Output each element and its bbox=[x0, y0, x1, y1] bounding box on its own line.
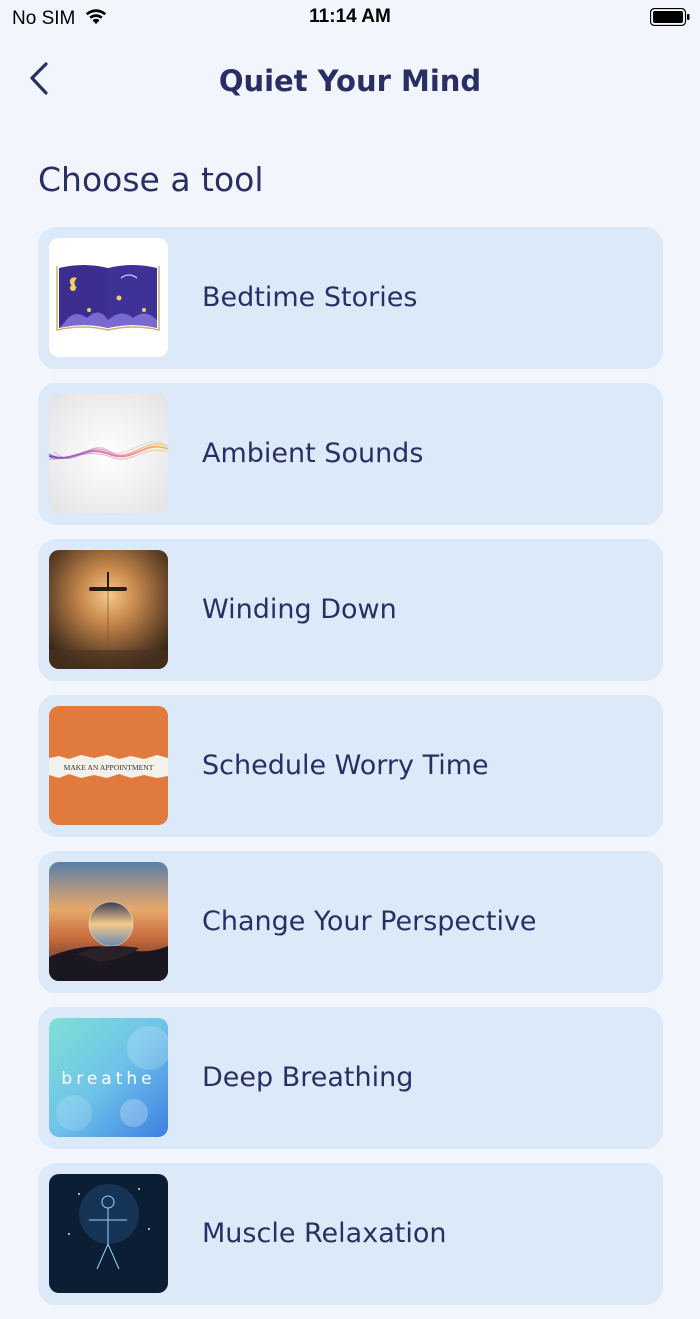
navigation-bar: Quiet Your Mind bbox=[0, 50, 700, 114]
tool-label: Bedtime Stories bbox=[202, 282, 418, 313]
tool-card-muscle-relaxation[interactable]: Muscle Relaxation bbox=[38, 1163, 663, 1305]
ambient-sounds-thumbnail bbox=[49, 394, 168, 513]
status-bar: No SIM 11:14 AM bbox=[0, 0, 700, 36]
section-title: Choose a tool bbox=[38, 160, 264, 199]
tool-list: Bedtime Stories Ambient Sounds Winding D… bbox=[38, 227, 663, 1319]
schedule-worry-time-thumbnail: MAKE AN APPOINTMENT bbox=[49, 706, 168, 825]
change-your-perspective-thumbnail bbox=[49, 862, 168, 981]
thumb-text: breathe bbox=[61, 1069, 155, 1089]
tool-label: Muscle Relaxation bbox=[202, 1218, 447, 1249]
status-time: 11:14 AM bbox=[309, 6, 391, 27]
tool-label: Change Your Perspective bbox=[202, 906, 537, 937]
bedtime-stories-thumbnail bbox=[49, 238, 168, 357]
tool-card-schedule-worry-time[interactable]: MAKE AN APPOINTMENT Schedule Worry Time bbox=[38, 695, 663, 837]
tool-label: Schedule Worry Time bbox=[202, 750, 489, 781]
tool-card-bedtime-stories[interactable]: Bedtime Stories bbox=[38, 227, 663, 369]
tool-label: Winding Down bbox=[202, 594, 397, 625]
tool-card-deep-breathing[interactable]: breathe Deep Breathing bbox=[38, 1007, 663, 1149]
page-title: Quiet Your Mind bbox=[218, 64, 482, 98]
deep-breathing-thumbnail: breathe bbox=[49, 1018, 168, 1137]
winding-down-thumbnail bbox=[49, 550, 168, 669]
tool-label: Deep Breathing bbox=[202, 1062, 414, 1093]
battery-icon bbox=[649, 7, 690, 27]
tool-label: Ambient Sounds bbox=[202, 438, 424, 469]
tool-card-ambient-sounds[interactable]: Ambient Sounds bbox=[38, 383, 663, 525]
tool-card-winding-down[interactable]: Winding Down bbox=[38, 539, 663, 681]
tool-card-change-your-perspective[interactable]: Change Your Perspective bbox=[38, 851, 663, 993]
thumb-text: MAKE AN APPOINTMENT bbox=[64, 763, 154, 772]
muscle-relaxation-thumbnail bbox=[49, 1174, 168, 1293]
